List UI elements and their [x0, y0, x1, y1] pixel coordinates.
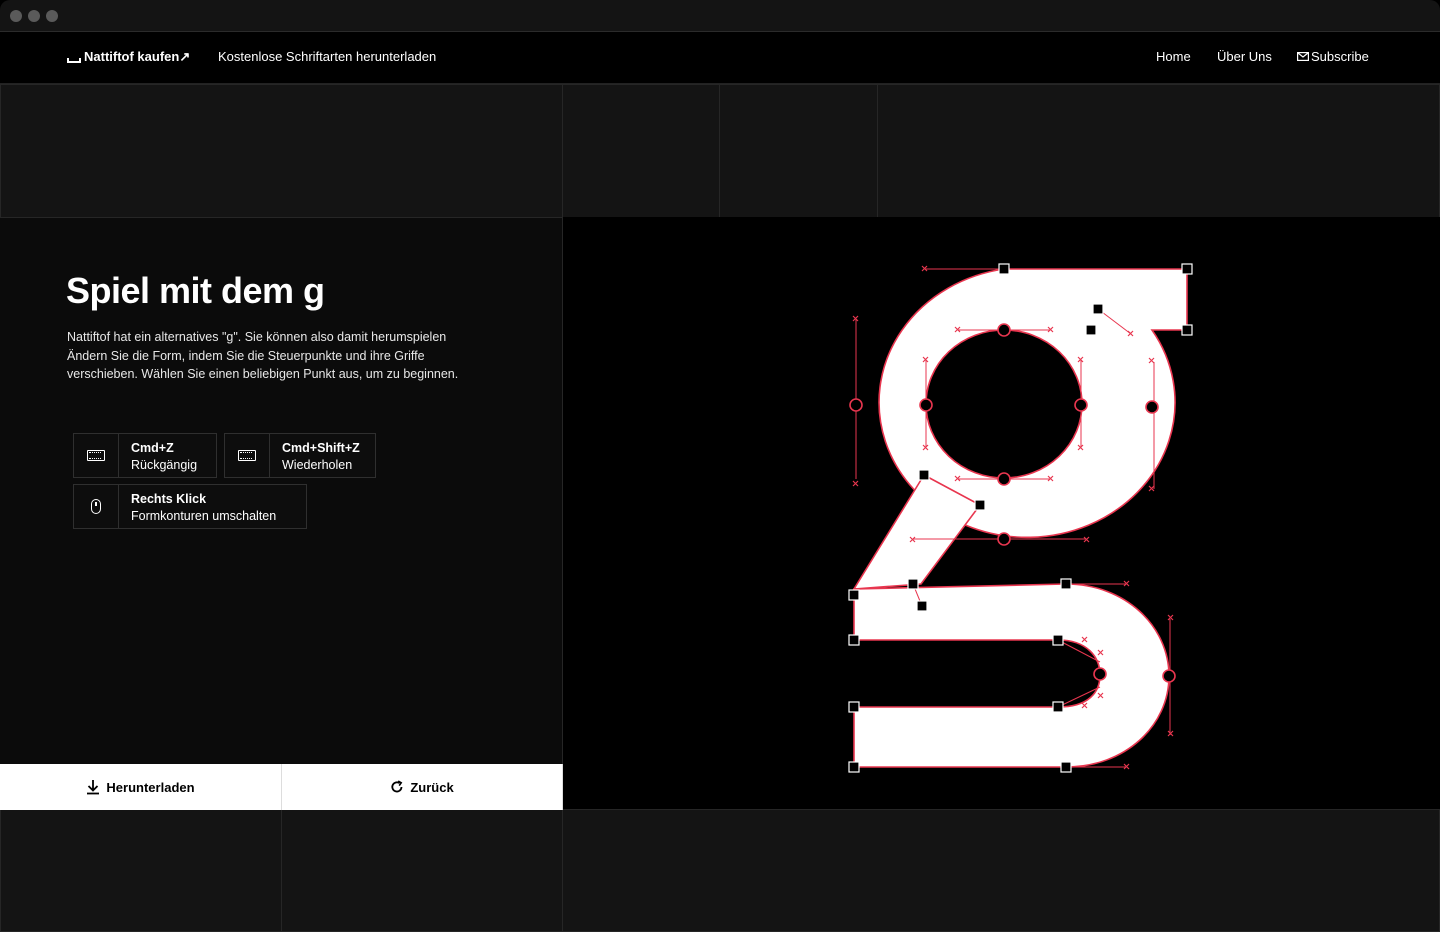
grid-cell	[0, 84, 563, 218]
shortcut-action: Rückgängig	[131, 458, 198, 472]
window-close-dot[interactable]	[10, 10, 22, 22]
grid-cell	[281, 809, 563, 932]
back-button[interactable]: Zurück	[282, 764, 563, 810]
shortcut-action: Wiederholen	[282, 458, 353, 472]
grid-cell	[0, 809, 282, 932]
glyph-g-shape[interactable]	[852, 268, 1188, 768]
shortcut-action: Formkonturen umschalten	[131, 509, 277, 523]
brand-label: Nattiftof kaufen↗	[84, 49, 191, 64]
brand-logo-icon	[67, 58, 81, 63]
free-fonts-link[interactable]: Kostenlose Schriftarten herunterladen	[218, 49, 436, 65]
shortcut-redo: Cmd+Shift+Z Wiederholen	[224, 433, 376, 478]
grid-cell	[562, 84, 720, 218]
grid-cell	[719, 84, 878, 218]
mouse-icon	[91, 499, 101, 514]
glyph-svg	[848, 263, 1193, 773]
back-label: Zurück	[410, 779, 454, 795]
browser-window-chrome	[0, 0, 1440, 32]
subscribe-label: Subscribe	[1311, 49, 1369, 64]
redo-arrow-icon	[391, 780, 403, 793]
nav-subscribe-link[interactable]: Subscribe	[1297, 49, 1369, 65]
grid-cell	[877, 84, 1440, 218]
top-navigation: Nattiftof kaufen↗ Kostenlose Schriftarte…	[0, 32, 1440, 84]
description: Nattiftof hat ein alternatives "g". Sie …	[67, 328, 517, 384]
download-icon	[87, 780, 100, 795]
shortcut-keys: Rechts Klick	[131, 492, 207, 506]
page-title: Spiel mit dem g	[66, 270, 325, 311]
nav-home-link[interactable]: Home	[1156, 49, 1191, 65]
grid-cell	[562, 809, 1440, 932]
shortcut-keys: Cmd+Shift+Z	[282, 441, 360, 455]
keyboard-icon	[238, 450, 256, 461]
shortcut-toggle-outlines: Rechts Klick Formkonturen umschalten	[73, 484, 307, 529]
brand-buy-link[interactable]: Nattiftof kaufen↗	[67, 49, 190, 65]
download-button[interactable]: Herunterladen	[0, 764, 282, 810]
shortcut-undo: Cmd+Z Rückgängig	[73, 433, 217, 478]
window-maximize-dot[interactable]	[46, 10, 58, 22]
description-line: verschieben. Wählen Sie einen beliebigen…	[67, 367, 459, 381]
window-minimize-dot[interactable]	[28, 10, 40, 22]
envelope-icon	[1297, 52, 1310, 62]
download-label: Herunterladen	[106, 779, 195, 795]
nav-about-link[interactable]: Über Uns	[1217, 49, 1272, 65]
description-line: Nattiftof hat ein alternatives "g". Sie …	[67, 330, 447, 344]
description-line: Ändern Sie die Form, indem Sie die Steue…	[67, 348, 425, 363]
shortcut-keys: Cmd+Z	[131, 441, 174, 455]
info-panel: Spiel mit dem g Nattiftof hat ein altern…	[0, 217, 563, 809]
glyph-editor-canvas[interactable]	[563, 217, 1440, 809]
keyboard-icon	[87, 450, 105, 461]
